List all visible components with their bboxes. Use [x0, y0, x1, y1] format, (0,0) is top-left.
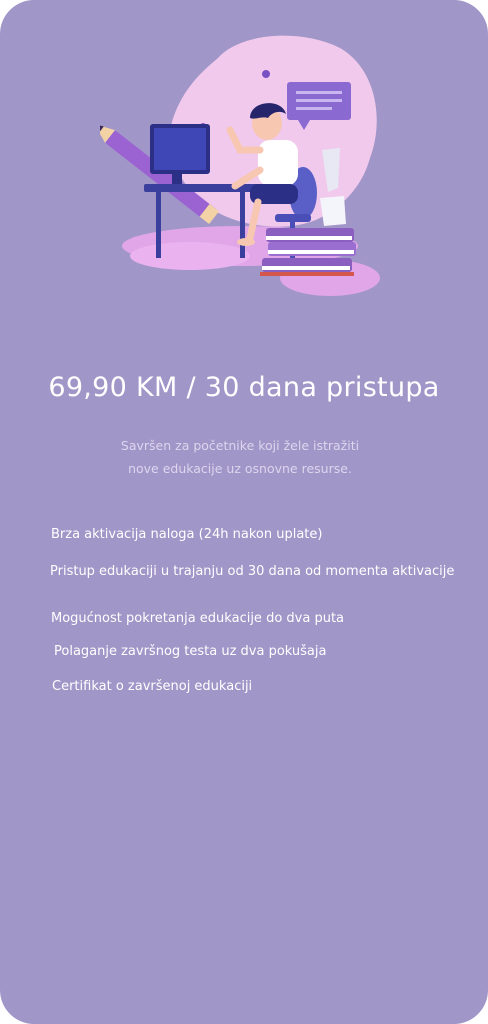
feature-item: Certifikat o završenoj edukaciji: [52, 679, 253, 694]
student-at-computer-illustration: [100, 35, 380, 296]
plan-description: Savršen za početnike koji žele istražiti…: [60, 434, 420, 480]
plan-description-line: nove edukacije uz osnovne resurse.: [128, 461, 352, 476]
pricing-card: 69,90 KM / 30 dana pristupa Savršen za p…: [0, 0, 488, 1024]
feature-item: Polaganje završnog testa uz dva pokušaja: [54, 644, 327, 659]
plan-description-line: Savršen za početnike koji žele istražiti: [120, 438, 360, 453]
feature-item: Mogućnost pokretanja edukacije do dva pu…: [51, 611, 345, 626]
plan-price: 69,90 KM / 30 dana pristupa: [48, 372, 440, 403]
feature-item: Brza aktivacija naloga (24h nakon uplate…: [51, 527, 323, 542]
feature-item: Pristup edukaciji u trajanju od 30 dana …: [50, 564, 455, 579]
